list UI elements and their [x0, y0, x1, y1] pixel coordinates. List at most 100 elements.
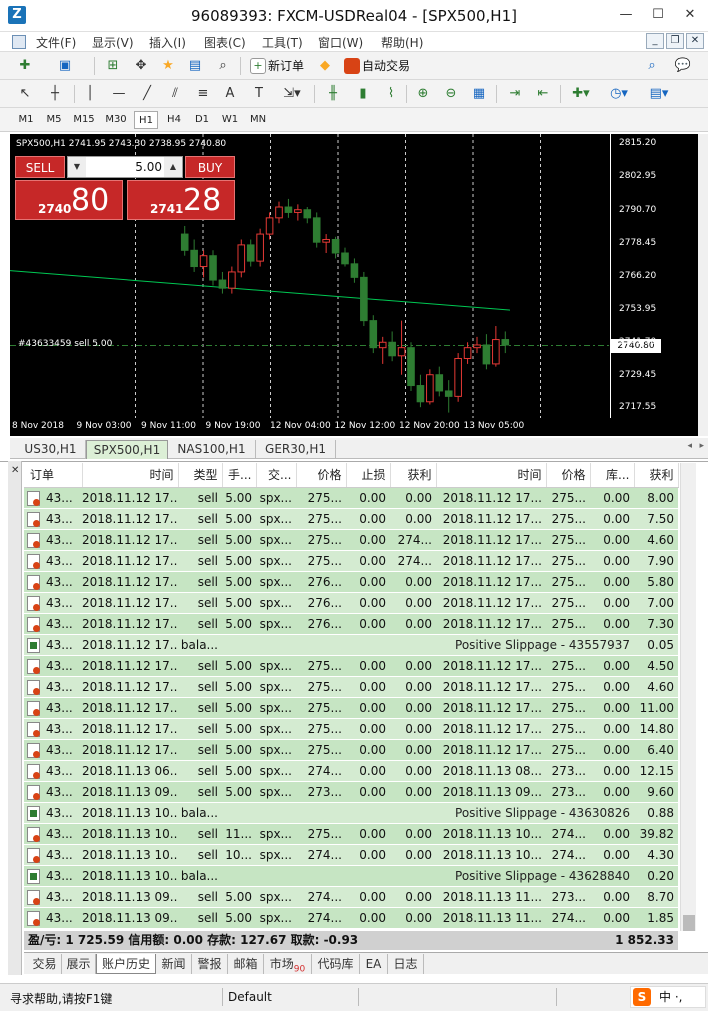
- column-header[interactable]: 获利: [390, 463, 437, 488]
- line-chart-icon[interactable]: ⌇: [380, 84, 402, 104]
- table-row[interactable]: 43... 2018.11.12 17... sell 5.00 spx... 275..…: [24, 718, 678, 740]
- timeframe-m15[interactable]: M15: [70, 111, 98, 129]
- terminal-tab-7[interactable]: 代码库: [312, 954, 360, 974]
- menu-tools[interactable]: 工具(T): [262, 34, 303, 51]
- chart-scrollbar[interactable]: [698, 134, 708, 436]
- templates-icon[interactable]: ▤▾: [644, 84, 674, 104]
- trendline-icon[interactable]: ╱: [136, 84, 158, 104]
- column-header[interactable]: 获利: [634, 463, 679, 488]
- chart-tab-spx500[interactable]: SPX500,H1: [86, 440, 168, 459]
- navigator-icon[interactable]: ★: [157, 56, 179, 76]
- shapes-icon[interactable]: ⇲▾: [278, 84, 306, 104]
- menu-window[interactable]: 窗口(W): [318, 34, 363, 51]
- strategy-tester-icon[interactable]: ⌕: [212, 56, 234, 76]
- menu-chart[interactable]: 图表(C): [204, 34, 246, 51]
- cursor-icon[interactable]: ↖: [16, 84, 34, 104]
- table-row[interactable]: 43... 2018.11.13 10... sell 10... spx... 274.…: [24, 844, 678, 866]
- table-row[interactable]: 43... 2018.11.12 17... bala... Positive Sli…: [24, 634, 678, 656]
- lot-increase-icon[interactable]: ▲: [164, 157, 182, 177]
- periods-icon[interactable]: ◷▾: [604, 84, 634, 104]
- fibonacci-icon[interactable]: ≡: [192, 84, 214, 104]
- column-header[interactable]: 止损: [346, 463, 391, 488]
- bar-chart-icon[interactable]: ╫: [322, 84, 344, 104]
- metaeditor-icon[interactable]: ◆: [314, 56, 336, 76]
- table-row[interactable]: 43... 2018.11.12 17... sell 5.00 spx... 275..…: [24, 508, 678, 530]
- zoom-out-icon[interactable]: ⊖: [440, 84, 462, 104]
- chart-tab-ger30[interactable]: GER30,H1: [256, 440, 336, 459]
- column-header[interactable]: 订单: [24, 463, 83, 488]
- column-header[interactable]: 价格: [296, 463, 347, 488]
- menu-view[interactable]: 显示(V): [92, 34, 134, 51]
- column-header[interactable]: 时间: [436, 463, 547, 488]
- table-row[interactable]: 43... 2018.11.12 17... sell 5.00 spx... 275..…: [24, 697, 678, 719]
- close-icon[interactable]: ✕: [676, 4, 704, 26]
- maximize-icon[interactable]: ☐: [644, 4, 672, 26]
- timeframe-m30[interactable]: M30: [102, 111, 130, 129]
- crosshair-nav-icon[interactable]: ✥: [130, 56, 152, 76]
- lot-input[interactable]: [88, 158, 162, 176]
- new-order-button[interactable]: + 新订单: [248, 56, 310, 76]
- horizontal-line-icon[interactable]: —: [108, 84, 130, 104]
- table-row[interactable]: 43... 2018.11.12 17... sell 5.00 spx... 276..…: [24, 592, 678, 614]
- timeframe-m1[interactable]: M1: [14, 111, 38, 129]
- text-icon[interactable]: A: [220, 84, 240, 104]
- mdi-restore-icon[interactable]: ❐: [666, 33, 684, 49]
- terminal-tab-9[interactable]: 日志: [388, 954, 424, 974]
- autoscroll-icon[interactable]: ⇥: [504, 84, 526, 104]
- document-icon[interactable]: [12, 35, 26, 49]
- table-row[interactable]: 43... 2018.11.13 06... sell 5.00 spx... 274..…: [24, 760, 678, 782]
- zoom-in-icon[interactable]: ⊕: [412, 84, 434, 104]
- minimize-icon[interactable]: —: [612, 4, 640, 26]
- tab-scroll-right-icon[interactable]: ▸: [699, 441, 704, 451]
- terminal-tab-2[interactable]: 账户历史: [96, 954, 156, 974]
- menu-file[interactable]: 文件(F): [36, 34, 76, 51]
- new-chart-icon[interactable]: ✚: [14, 56, 36, 76]
- search-icon[interactable]: ⌕: [642, 56, 662, 76]
- timeframe-h4[interactable]: H4: [162, 111, 186, 129]
- indicators-icon[interactable]: ✚▾: [566, 84, 596, 104]
- table-row[interactable]: 43... 2018.11.12 17... sell 5.00 spx... 275..…: [24, 739, 678, 761]
- table-row[interactable]: 43... 2018.11.12 17... sell 5.00 spx... 275..…: [24, 655, 678, 677]
- terminal-tab-5[interactable]: 邮箱: [228, 954, 264, 974]
- text-label-icon[interactable]: T: [248, 84, 270, 104]
- terminal-tab-8[interactable]: EA: [360, 954, 388, 974]
- chart-tab-us30[interactable]: US30,H1: [16, 440, 86, 459]
- channel-icon[interactable]: ⫽: [164, 84, 186, 104]
- table-row[interactable]: 43... 2018.11.13 09... sell 5.00 spx... 274..…: [24, 907, 678, 929]
- chart-tab-nas100[interactable]: NAS100,H1: [168, 440, 256, 459]
- mdi-minimize-icon[interactable]: _: [646, 33, 664, 49]
- table-row[interactable]: 43... 2018.11.13 09... sell 5.00 spx... 273..…: [24, 781, 678, 803]
- chart-shift-icon[interactable]: ⇤: [532, 84, 554, 104]
- terminal-side-handle[interactable]: [8, 461, 22, 975]
- price-chart[interactable]: SPX500,H1 2741.95 2743.30 2738.95 2740.8…: [10, 134, 610, 418]
- timeframe-mn[interactable]: MN: [246, 111, 270, 129]
- tile-windows-icon[interactable]: ▦: [468, 84, 490, 104]
- table-scrollbar[interactable]: [680, 463, 696, 931]
- menu-insert[interactable]: 插入(I): [149, 34, 186, 51]
- order-line-label[interactable]: #43633459 sell 5.00: [18, 339, 112, 349]
- column-header[interactable]: 库...: [590, 463, 635, 488]
- terminal-icon[interactable]: ▤: [184, 56, 206, 76]
- buy-button[interactable]: BUY: [185, 156, 235, 178]
- table-row[interactable]: 43... 2018.11.12 17... sell 5.00 spx... 275..…: [24, 487, 678, 509]
- timeframe-m5[interactable]: M5: [42, 111, 66, 129]
- table-row[interactable]: 43... 2018.11.12 17... sell 5.00 spx... 275..…: [24, 550, 678, 572]
- timeframe-d1[interactable]: D1: [190, 111, 214, 129]
- timeframe-h1[interactable]: H1: [134, 111, 158, 129]
- table-row[interactable]: 43... 2018.11.12 17... sell 5.00 spx... 275..…: [24, 676, 678, 698]
- timeframe-w1[interactable]: W1: [218, 111, 242, 129]
- terminal-tab-6[interactable]: 市场90: [264, 954, 312, 974]
- scrollbar-thumb[interactable]: [683, 915, 695, 931]
- table-row[interactable]: 43... 2018.11.13 10... bala... Positive Sli…: [24, 865, 678, 887]
- menu-help[interactable]: 帮助(H): [381, 34, 423, 51]
- mdi-close-icon[interactable]: ✕: [686, 33, 704, 49]
- column-header[interactable]: 手...: [222, 463, 257, 488]
- sell-price-button[interactable]: 2740 80: [15, 180, 123, 220]
- table-row[interactable]: 43... 2018.11.13 10... sell 11... spx... 275.…: [24, 823, 678, 845]
- terminal-tab-4[interactable]: 警报: [192, 954, 228, 974]
- profiles-icon[interactable]: ▣: [54, 56, 76, 76]
- auto-trading-button[interactable]: 自动交易: [342, 56, 416, 76]
- column-header[interactable]: 时间: [82, 463, 179, 488]
- column-header[interactable]: 类型: [178, 463, 223, 488]
- sell-button[interactable]: SELL: [15, 156, 65, 178]
